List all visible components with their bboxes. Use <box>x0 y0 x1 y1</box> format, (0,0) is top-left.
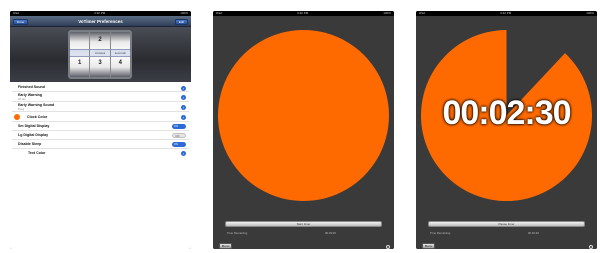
start-timer-button[interactable]: Start timer <box>225 221 382 227</box>
disclosure-icon[interactable]: › <box>181 86 186 91</box>
picker-wheel-minutes[interactable]: 2 minutes 3 <box>90 32 111 77</box>
disclosure-icon[interactable]: › <box>181 115 186 120</box>
disclosure-icon[interactable]: › <box>181 105 186 110</box>
settings-row-early-warning[interactable]: Early Warning 30 sec › <box>12 92 189 102</box>
settings-row-text-color[interactable]: Text Color › <box>12 149 189 158</box>
settings-row-early-warning-sound[interactable]: Early Warning Sound Dong › <box>12 102 189 112</box>
time-remaining-value: 00:03:00 <box>325 231 336 235</box>
row-label: Finished Sound <box>18 85 45 89</box>
sm-digital-toggle[interactable]: ON <box>172 123 186 129</box>
menu-button[interactable]: Menu <box>422 243 435 249</box>
row-label: Sm Digital Display <box>18 124 50 128</box>
time-display: 00:02:30 <box>442 94 571 132</box>
time-remaining-row: Time Remaining 00:03:00 <box>227 231 380 236</box>
navigation-bar: Done VoTimer Preferences Edit <box>10 16 191 27</box>
row-value: 30 sec <box>18 97 26 101</box>
disclosure-icon[interactable]: › <box>181 151 186 156</box>
picker-value: 4 <box>118 60 122 66</box>
settings-row-disable-sleep: Disable Sleep ON <box>12 140 189 149</box>
time-remaining-label: Time Remaining <box>227 231 248 235</box>
picker-wheel-left[interactable]: 1 <box>70 32 91 77</box>
settings-list: Finished Sound › Early Warning 30 sec › … <box>10 82 191 249</box>
preferences-screen: iPad 3:32 PM 100% Done VoTimer Preferenc… <box>10 11 191 249</box>
picker-unit: seconds <box>114 51 126 55</box>
row-label: Disable Sleep <box>18 142 42 146</box>
time-remaining-row: Time Remaining 00:02:30 <box>430 231 583 236</box>
picker-panel: 1 2 minutes 3 seconds 4 <box>10 27 191 82</box>
disclosure-icon[interactable]: › <box>181 95 186 100</box>
picker-unit: minutes <box>94 51 106 55</box>
picker-value: 3 <box>98 60 102 66</box>
time-remaining-label: Time Remaining <box>430 231 451 235</box>
color-swatch-icon <box>14 114 20 120</box>
edit-button[interactable]: Edit <box>174 18 188 25</box>
timer-screen-running: iPad 3:32 PM 100% 00:02:30 Pause timer T… <box>416 11 597 249</box>
settings-row-clock-color[interactable]: Clock Color › <box>12 112 189 122</box>
timer-pie-chart <box>218 30 389 201</box>
picker-wheel-seconds[interactable]: seconds 4 <box>111 32 130 77</box>
picker-value: 1 <box>77 60 82 66</box>
row-label: Lg Digital Display <box>18 133 49 137</box>
timer-background: Start timer Time Remaining 00:03:00 Menu <box>213 16 394 249</box>
settings-row-finished-sound[interactable]: Finished Sound › <box>12 84 189 92</box>
pause-timer-button[interactable]: Pause timer <box>428 221 585 227</box>
timer-pie-slice <box>218 30 389 201</box>
time-remaining-value: 00:02:30 <box>528 231 539 235</box>
row-value: Dong <box>18 107 25 111</box>
lg-digital-toggle[interactable]: OFF <box>172 132 186 138</box>
row-label: Early Warning <box>18 93 43 97</box>
row-label: Early Warning Sound <box>18 103 55 107</box>
page-title: VoTimer Preferences <box>78 19 123 24</box>
row-label: Text Color <box>28 151 46 155</box>
row-label: Clock Color <box>27 115 48 119</box>
duration-picker[interactable]: 1 2 minutes 3 seconds 4 <box>68 30 132 79</box>
timer-screen-full: iPad 3:32 PM 100% Start timer Time Remai… <box>213 11 394 249</box>
settings-row-sm-digital: Sm Digital Display ON <box>12 122 189 131</box>
info-icon[interactable] <box>589 245 593 249</box>
picker-value: 2 <box>98 37 102 43</box>
timer-background: 00:02:30 Pause timer Time Remaining 00:0… <box>416 16 597 249</box>
info-icon[interactable] <box>386 245 390 249</box>
disable-sleep-toggle[interactable]: ON <box>172 141 186 147</box>
menu-button[interactable]: Menu <box>219 243 232 249</box>
settings-row-lg-digital: Lg Digital Display OFF <box>12 131 189 140</box>
